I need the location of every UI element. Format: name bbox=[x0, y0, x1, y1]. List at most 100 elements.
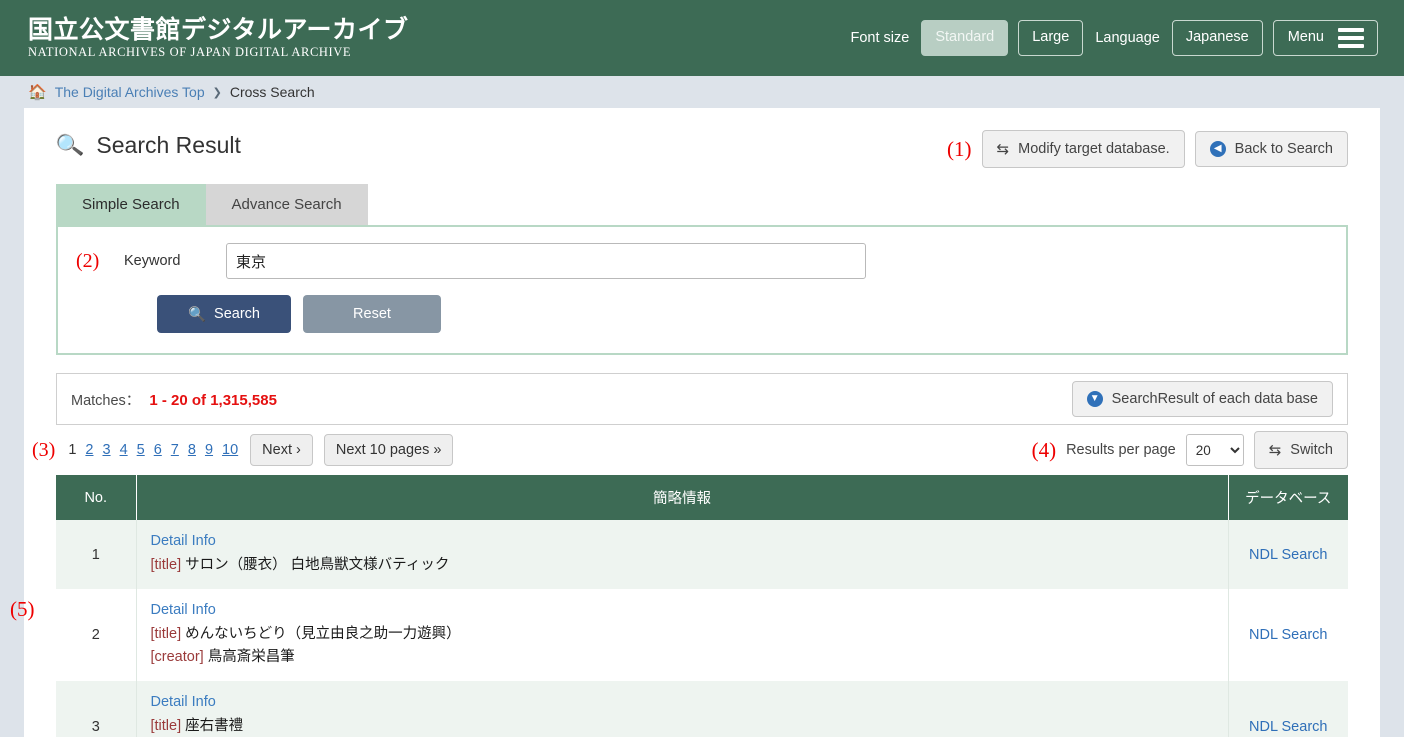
switch-button[interactable]: ⇆ Switch bbox=[1253, 431, 1348, 469]
annotation-marker-4: (4) bbox=[1031, 437, 1057, 462]
meta-line: [title] 座右書禮 bbox=[151, 715, 1214, 737]
site-brand: 国立公文書館デジタルアーカイブ NATIONAL ARCHIVES OF JAP… bbox=[28, 14, 409, 59]
detail-info-link[interactable]: Detail Info bbox=[151, 694, 1214, 710]
breadcrumb: 🏠 The Digital Archives Top ❯ Cross Searc… bbox=[0, 76, 1404, 108]
header-tools: Font size Standard Large Language Japane… bbox=[849, 20, 1378, 56]
row-summary: Detail Info [title] めんないちどり（見立由良之助一力遊興） … bbox=[136, 589, 1229, 682]
home-icon: 🏠 bbox=[28, 83, 47, 101]
matches-value: 1 - 20 of 1,315,585 bbox=[149, 391, 277, 409]
chevron-right-icon: ❯ bbox=[212, 86, 222, 99]
annotation-marker-5: (5) bbox=[10, 597, 35, 621]
search-button[interactable]: 🔍 Search bbox=[157, 295, 291, 333]
detail-info-link[interactable]: Detail Info bbox=[151, 602, 1214, 618]
results-table-wrap: (5) No. 簡略情報 データベース 1 Detail Info [title… bbox=[10, 475, 1380, 737]
page-title-text: Search Result bbox=[96, 132, 241, 158]
search-tabs: Simple Search Advance Search bbox=[56, 184, 1348, 225]
next-10-pages-button[interactable]: Next 10 pages » bbox=[323, 434, 454, 466]
meta-value-title: 座右書禮 bbox=[185, 718, 244, 735]
column-header-summary: 簡略情報 bbox=[136, 475, 1229, 520]
row-number: 1 bbox=[56, 520, 137, 590]
table-row: 3 Detail Info [title] 座右書禮 [creator] 曾我古… bbox=[56, 681, 1348, 737]
back-to-search-button[interactable]: ◀ Back to Search bbox=[1194, 131, 1348, 167]
keyword-row: (2) Keyword bbox=[76, 243, 1328, 279]
page-title: 🔍 Search Result bbox=[54, 130, 241, 160]
search-icon: 🔍 bbox=[54, 130, 85, 160]
results-table-head: No. 簡略情報 データベース bbox=[56, 475, 1348, 520]
font-size-label: Font size bbox=[850, 30, 910, 46]
modify-target-database-button[interactable]: ⇆ Modify target database. bbox=[981, 130, 1185, 168]
search-button-label: Search bbox=[214, 306, 260, 322]
results-per-page-select[interactable]: 20 bbox=[1185, 434, 1244, 466]
search-button-icon: 🔍 bbox=[187, 306, 207, 323]
back-to-search-label: Back to Search bbox=[1234, 141, 1333, 157]
swap-icon: ⇆ bbox=[996, 141, 1010, 158]
meta-value-title: めんないちどり（見立由良之助一力遊興） bbox=[185, 626, 461, 643]
database-link[interactable]: NDL Search bbox=[1249, 547, 1327, 563]
panel-actions: (1) ⇆ Modify target database. ◀ Back to … bbox=[947, 130, 1348, 168]
results-table: No. 簡略情報 データベース 1 Detail Info [title] サロ… bbox=[56, 475, 1348, 737]
breadcrumb-link-top[interactable]: The Digital Archives Top bbox=[55, 84, 205, 100]
detail-info-link[interactable]: Detail Info bbox=[151, 533, 1214, 549]
search-result-each-database-label: SearchResult of each data base bbox=[1111, 391, 1318, 407]
search-input[interactable] bbox=[226, 243, 866, 279]
results-table-body: 1 Detail Info [title] サロン（腰衣） 白地鳥獣文様バティッ… bbox=[56, 520, 1348, 737]
tab-advance-search[interactable]: Advance Search bbox=[205, 184, 368, 225]
swap-icon: ⇆ bbox=[1268, 442, 1282, 459]
results-per-page-label: Results per page bbox=[1066, 442, 1176, 458]
meta-key-title: [title] bbox=[150, 718, 182, 735]
database-link[interactable]: NDL Search bbox=[1249, 627, 1327, 643]
column-header-database: データベース bbox=[1228, 475, 1348, 520]
meta-value-creator: 鳥高斎栄昌筆 bbox=[207, 648, 295, 665]
annotation-marker-2: (2) bbox=[76, 249, 100, 272]
row-summary: Detail Info [title] 座右書禮 [creator] 曾我古祐 bbox=[136, 681, 1229, 737]
matches-bar: Matches： 1 - 20 of 1,315,585 ▼ SearchRes… bbox=[56, 373, 1348, 425]
search-buttons: 🔍 Search Reset bbox=[76, 295, 1328, 333]
content-panel: 🔍 Search Result (1) ⇆ Modify target data… bbox=[10, 108, 1380, 737]
row-database: NDL Search bbox=[1228, 589, 1348, 682]
brand-title-jp: 国立公文書館デジタルアーカイブ bbox=[28, 14, 409, 44]
page-link-9[interactable]: 9 bbox=[204, 442, 214, 458]
page-link-4[interactable]: 4 bbox=[119, 442, 129, 458]
font-size-large-button[interactable]: Large bbox=[1018, 20, 1084, 56]
annotation-marker-1: (1) bbox=[947, 136, 972, 161]
keyword-label: Keyword bbox=[124, 253, 181, 269]
row-database: NDL Search bbox=[1228, 681, 1348, 737]
annotation-marker-3: (3) bbox=[32, 438, 56, 461]
arrow-down-circle-icon: ▼ bbox=[1086, 391, 1103, 407]
language-label: Language bbox=[1095, 30, 1160, 46]
font-size-standard-button[interactable]: Standard bbox=[921, 20, 1009, 56]
meta-value-title: サロン（腰衣） 白地鳥獣文様バティック bbox=[185, 557, 450, 573]
meta-key-title: [title] bbox=[150, 557, 182, 573]
tab-simple-search[interactable]: Simple Search bbox=[56, 184, 206, 225]
page-link-7[interactable]: 7 bbox=[170, 442, 180, 458]
search-result-each-database-button[interactable]: ▼ SearchResult of each data base bbox=[1071, 381, 1333, 417]
meta-key-creator: [creator] bbox=[150, 648, 204, 665]
meta-line: [title] サロン（腰衣） 白地鳥獣文様バティック bbox=[151, 554, 1214, 576]
database-link[interactable]: NDL Search bbox=[1249, 719, 1327, 735]
menu-button[interactable]: Menu bbox=[1272, 20, 1378, 56]
pagination-left: (3) 1 2 3 4 5 6 7 8 9 10 Next › Next 10 … bbox=[32, 434, 454, 466]
page-link-8[interactable]: 8 bbox=[187, 442, 197, 458]
site-header: 国立公文書館デジタルアーカイブ NATIONAL ARCHIVES OF JAP… bbox=[0, 0, 1404, 76]
modify-target-database-label: Modify target database. bbox=[1018, 141, 1170, 157]
page-link-5[interactable]: 5 bbox=[136, 442, 146, 458]
page-link-3[interactable]: 3 bbox=[101, 442, 111, 458]
panel-header: 🔍 Search Result (1) ⇆ Modify target data… bbox=[54, 130, 1348, 174]
next-page-button[interactable]: Next › bbox=[250, 434, 313, 466]
row-number: 3 bbox=[56, 681, 137, 737]
page-link-2[interactable]: 2 bbox=[84, 442, 94, 458]
meta-line: [title] めんないちどり（見立由良之助一力遊興） bbox=[151, 623, 1214, 645]
table-row: 2 Detail Info [title] めんないちどり（見立由良之助一力遊興… bbox=[56, 589, 1348, 682]
row-number: 2 bbox=[56, 589, 137, 682]
page-link-6[interactable]: 6 bbox=[153, 442, 163, 458]
reset-button[interactable]: Reset bbox=[303, 295, 441, 333]
pagination-row: (3) 1 2 3 4 5 6 7 8 9 10 Next › Next 10 … bbox=[24, 425, 1380, 475]
menu-label: Menu bbox=[1287, 29, 1324, 46]
meta-line: [creator] 鳥高斎栄昌筆 bbox=[151, 646, 1214, 668]
arrow-left-circle-icon: ◀ bbox=[1209, 141, 1226, 157]
matches-summary: Matches： 1 - 20 of 1,315,585 bbox=[71, 389, 277, 410]
page-link-10[interactable]: 10 bbox=[221, 442, 239, 458]
pagination-right: (4) Results per page 20 ⇆ Switch bbox=[1032, 431, 1348, 469]
row-database: NDL Search bbox=[1228, 520, 1348, 590]
language-japanese-button[interactable]: Japanese bbox=[1171, 20, 1263, 56]
